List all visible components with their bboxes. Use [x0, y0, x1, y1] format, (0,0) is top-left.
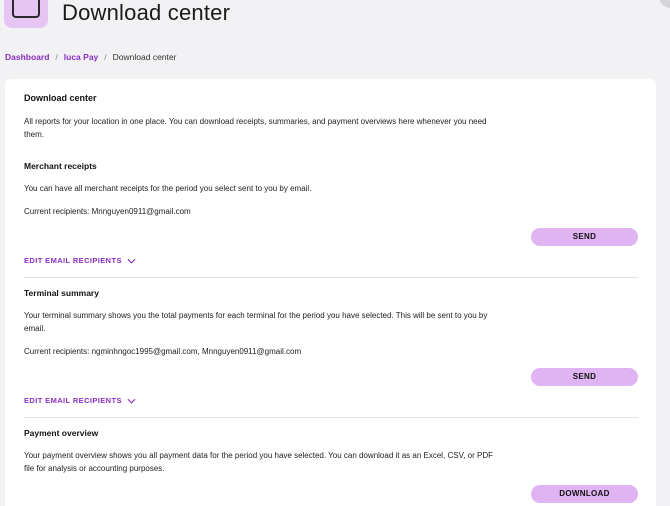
merchant-receipts-send-button[interactable]: SEND	[531, 228, 638, 246]
terminal-summary-description: Your terminal summary shows you the tota…	[24, 311, 488, 333]
section-divider	[24, 277, 638, 278]
download-center-card: Download center All reports for your loc…	[5, 79, 656, 506]
breadcrumb-current: Download center	[112, 52, 177, 62]
terminal-summary-title: Terminal summary	[24, 288, 99, 298]
chevron-down-icon	[127, 258, 136, 264]
payment-overview-download-button[interactable]: DOWNLOAD	[531, 485, 638, 503]
terminal-summary-send-button[interactable]: SEND	[531, 368, 638, 386]
breadcrumb-separator: /	[104, 52, 107, 62]
breadcrumb: Dashboard / luca Pay / Download center	[5, 52, 176, 62]
edit-recipients-label: EDIT EMAIL RECIPIENTS	[24, 256, 122, 265]
breadcrumb-luca-pay[interactable]: luca Pay	[64, 52, 99, 62]
merchant-edit-recipients-link[interactable]: EDIT EMAIL RECIPIENTS	[24, 256, 136, 265]
terminal-summary-recipients: Current recipients: ngminhngoc1995@gmail…	[24, 347, 302, 356]
breadcrumb-dashboard[interactable]: Dashboard	[5, 52, 49, 62]
page-title: Download center	[62, 0, 231, 25]
card-title: Download center	[24, 93, 97, 103]
edit-recipients-label: EDIT EMAIL RECIPIENTS	[24, 396, 122, 405]
merchant-receipts-description: You can have all merchant receipts for t…	[24, 184, 312, 193]
payment-overview-title: Payment overview	[24, 428, 99, 438]
window-corner-decoration	[660, 0, 670, 8]
app-logo-icon	[4, 0, 48, 28]
terminal-edit-recipients-link[interactable]: EDIT EMAIL RECIPIENTS	[24, 396, 136, 405]
merchant-receipts-recipients: Current recipients: Mnnguyen0911@gmail.c…	[24, 207, 191, 216]
section-divider	[24, 417, 638, 418]
card-intro: All reports for your location in one pla…	[24, 117, 487, 139]
chevron-down-icon	[127, 398, 136, 404]
breadcrumb-separator: /	[55, 52, 58, 62]
merchant-receipts-title: Merchant receipts	[24, 161, 97, 171]
payment-overview-description: Your payment overview shows you all paym…	[24, 451, 494, 473]
